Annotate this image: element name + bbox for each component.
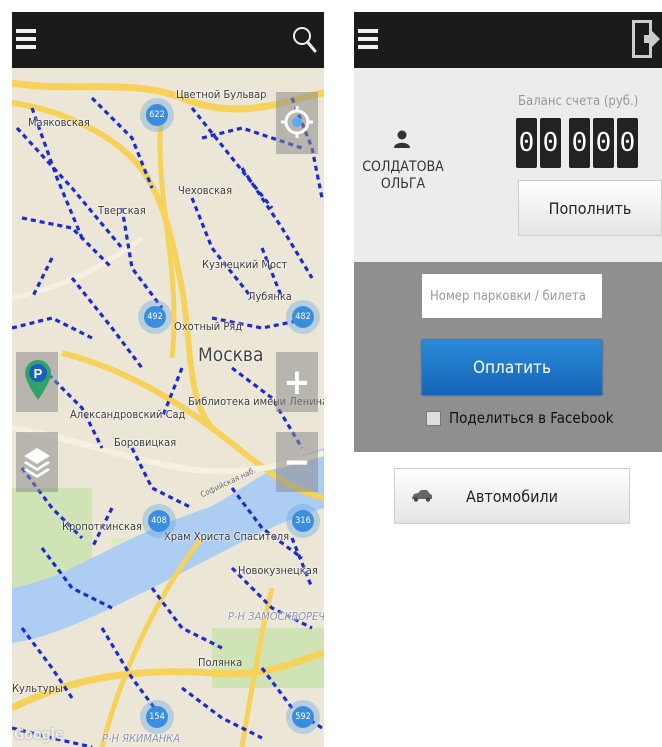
layers-icon <box>24 448 50 478</box>
map-label: Кропоткинская <box>62 520 142 533</box>
balance-label: Баланс счета (руб.) <box>518 94 639 109</box>
crosshair-icon <box>281 106 313 138</box>
car-icon <box>412 490 432 502</box>
map-label: Кузнецкий Мост <box>202 258 288 271</box>
top-bar <box>354 12 662 68</box>
balance-digit: 0 <box>617 118 638 168</box>
map-district-label: Р-Н ЯКИМАНКА <box>102 732 180 745</box>
pay-button[interactable]: Оплатить <box>422 340 602 395</box>
search-icon[interactable] <box>292 26 318 54</box>
balance-counter: 0 0 0 0 0 <box>516 118 641 168</box>
parking-cluster[interactable]: 482 <box>286 300 320 334</box>
topup-button[interactable]: Пополнить <box>518 180 662 236</box>
balance-digit: 0 <box>593 118 614 168</box>
map-label: Культуры <box>12 682 63 695</box>
parking-marker-icon: P <box>25 360 51 400</box>
ticket-number-input[interactable] <box>422 274 602 318</box>
cars-label: Автомобили <box>466 486 558 506</box>
map-city-label: Москва <box>198 344 264 366</box>
hamburger-icon[interactable] <box>16 28 38 50</box>
hamburger-icon[interactable] <box>358 28 380 50</box>
layers-button[interactable] <box>16 432 58 492</box>
map-label: Боровицкая <box>114 436 177 449</box>
balance-digit: 0 <box>516 118 537 168</box>
parking-filter-button[interactable]: P <box>16 352 58 412</box>
map-label: Охотный Ряд <box>174 320 243 333</box>
map-district-label: Р-Н ЗАМОСКВОРЕЧЬЕ <box>228 610 324 623</box>
share-facebook-checkbox[interactable]: Поделиться в Facebook <box>426 409 614 427</box>
locate-button[interactable] <box>276 92 318 154</box>
parking-cluster[interactable]: 492 <box>138 300 172 334</box>
balance-digit: 0 <box>569 118 590 168</box>
map-label: Чеховская <box>178 184 233 197</box>
map-label: Тверская <box>98 204 146 217</box>
map-label: Храм Христа Спасителя <box>164 530 290 543</box>
balance-digit: 0 <box>540 118 561 168</box>
map-view[interactable]: Маяковская Цветной Бульвар Чеховская Тве… <box>12 68 324 747</box>
parking-cluster[interactable]: 622 <box>140 98 174 132</box>
top-bar <box>12 12 324 68</box>
svg-text:P: P <box>34 366 43 381</box>
parking-cluster[interactable]: 408 <box>142 504 176 538</box>
user-icon <box>394 130 410 148</box>
zoom-in-button[interactable]: + <box>276 352 318 412</box>
parking-cluster[interactable]: 154 <box>140 700 174 734</box>
zoom-in-icon: + <box>283 361 311 403</box>
cars-button[interactable]: Автомобили <box>394 468 630 524</box>
map-label: Полянка <box>198 656 243 669</box>
share-facebook-label: Поделиться в Facebook <box>449 409 614 427</box>
map-label: Лубянка <box>248 290 292 303</box>
map-label: Цветной Бульвар <box>176 88 267 101</box>
map-screen: Маяковская Цветной Бульвар Чеховская Тве… <box>12 12 324 747</box>
map-label: Александровский Сад <box>70 408 186 421</box>
parking-cluster[interactable]: 592 <box>286 700 320 734</box>
parking-cluster[interactable]: 316 <box>286 504 320 538</box>
map-label: Новокузнецкая <box>238 564 318 577</box>
map-label: Маяковская <box>28 116 90 129</box>
account-screen: СОЛДАТОВА ОЛЬГА Баланс счета (руб.) 0 0 … <box>354 12 662 747</box>
google-logo: Google <box>14 727 64 743</box>
user-name: СОЛДАТОВА ОЛЬГА <box>362 159 444 192</box>
zoom-out-button[interactable]: − <box>276 432 318 492</box>
zoom-out-icon: − <box>283 441 311 483</box>
checkbox-icon[interactable] <box>426 410 441 426</box>
logout-icon[interactable] <box>632 20 660 58</box>
